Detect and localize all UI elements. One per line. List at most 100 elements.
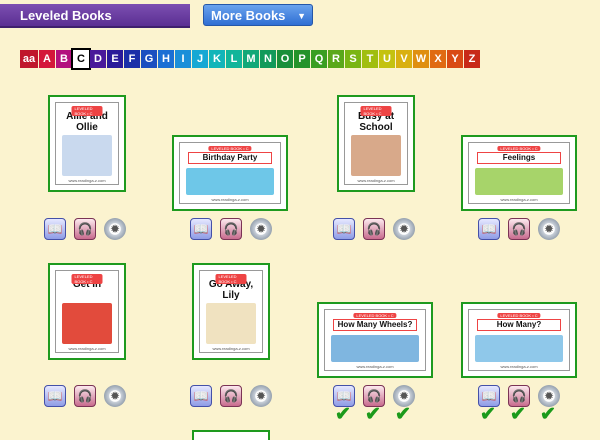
more-books-label: More Books [211, 8, 286, 23]
level-letter-p[interactable]: P [294, 50, 310, 68]
cover-illustration [331, 335, 419, 362]
level-letter-h[interactable]: H [158, 50, 174, 68]
level-letter-a[interactable]: A [39, 50, 55, 68]
read-book-icon[interactable]: 📖 [44, 218, 66, 240]
book-activity-icons: 📖 🎧 ✹ [44, 218, 126, 240]
cover-footer: www.readinga-z.com [356, 364, 394, 369]
listen-book-icon[interactable]: 🎧 [220, 218, 242, 240]
cover-illustration [186, 168, 274, 195]
book-card[interactable] [192, 430, 270, 440]
section-title: Leveled Books [0, 4, 190, 28]
cover-illustration [62, 135, 112, 176]
listen-book-icon[interactable]: 🎧 [74, 218, 96, 240]
book-cover[interactable]: LEVELED BOOK • C How Many Wheels? www.read… [324, 309, 426, 371]
book-cover[interactable]: LEVELED BOOK • C Birthday Party www.readin… [179, 142, 281, 204]
read-book-icon[interactable]: 📖 [190, 385, 212, 407]
level-letter-u[interactable]: U [379, 50, 395, 68]
book-cover[interactable]: LEVELED BOOK • C Get In www.readinga-z.com [55, 270, 119, 353]
book-card[interactable]: LEVELED BOOK • C How Many? www.readinga-z.… [461, 302, 577, 378]
cover-footer: www.readinga-z.com [500, 364, 538, 369]
level-letter-w[interactable]: W [413, 50, 429, 68]
level-letter-f[interactable]: F [124, 50, 140, 68]
book-activity-icons: 📖 🎧 ✹ [333, 218, 415, 240]
listen-book-icon[interactable]: 🎧 [363, 218, 385, 240]
listen-book-icon[interactable]: 🎧 [508, 385, 530, 407]
cover-footer: www.readinga-z.com [500, 197, 538, 202]
level-letter-n[interactable]: N [260, 50, 276, 68]
listen-book-icon[interactable]: 🎧 [220, 385, 242, 407]
quiz-icon[interactable]: ✹ [250, 218, 272, 240]
level-letter-z[interactable]: Z [464, 50, 480, 68]
book-title: Feelings [477, 152, 561, 165]
quiz-icon[interactable]: ✹ [538, 385, 560, 407]
book-card[interactable]: LEVELED BOOK • C Go Away, Lily www.reading… [192, 263, 270, 360]
level-letter-e[interactable]: E [107, 50, 123, 68]
level-letter-q[interactable]: Q [311, 50, 327, 68]
read-book-icon[interactable]: 📖 [190, 218, 212, 240]
book-cover[interactable]: LEVELED BOOK • C Busy at School www.readin… [344, 102, 408, 185]
level-letter-x[interactable]: X [430, 50, 446, 68]
book-activity-icons: 📖 🎧 ✹ [478, 218, 560, 240]
read-book-icon[interactable]: 📖 [44, 385, 66, 407]
cover-footer: www.readinga-z.com [68, 346, 106, 351]
level-letter-l[interactable]: L [226, 50, 242, 68]
more-books-button[interactable]: More Books ▼ [203, 4, 313, 26]
level-tag: LEVELED BOOK • C [215, 274, 247, 284]
book-card[interactable]: LEVELED BOOK • C Busy at School www.readin… [337, 95, 415, 192]
listen-book-icon[interactable]: 🎧 [508, 218, 530, 240]
book-card[interactable]: LEVELED BOOK • C Feelings www.readinga-z.c… [461, 135, 577, 211]
book-card[interactable]: LEVELED BOOK • C How Many Wheels? www.read… [317, 302, 433, 378]
book-cover[interactable]: LEVELED BOOK • C Go Away, Lily www.reading… [199, 270, 263, 353]
cover-illustration [206, 303, 256, 344]
level-tag: LEVELED BOOK • C [497, 146, 541, 151]
read-book-icon[interactable]: 📖 [478, 218, 500, 240]
read-book-icon[interactable]: 📖 [333, 385, 355, 407]
cover-footer: www.readinga-z.com [211, 197, 249, 202]
level-letter-s[interactable]: S [345, 50, 361, 68]
cover-footer: www.readinga-z.com [357, 178, 395, 183]
book-card[interactable]: LEVELED BOOK • C Get In www.readinga-z.com [48, 263, 126, 360]
level-letter-j[interactable]: J [192, 50, 208, 68]
level-letter-o[interactable]: O [277, 50, 293, 68]
book-title: How Many Wheels? [333, 319, 417, 332]
book-card[interactable]: LEVELED BOOK • C Birthday Party www.readin… [172, 135, 288, 211]
book-title: Birthday Party [188, 152, 272, 165]
level-letter-i[interactable]: I [175, 50, 191, 68]
quiz-icon[interactable]: ✹ [393, 385, 415, 407]
quiz-icon[interactable]: ✹ [393, 218, 415, 240]
level-tag: LEVELED BOOK • C [497, 313, 541, 318]
level-letter-bar: aa A B C D E F G H I J K L M N O P Q R S T U V W X Y Z [20, 48, 481, 70]
level-letter-r[interactable]: R [328, 50, 344, 68]
book-cover[interactable]: LEVELED BOOK • C How Many? www.readinga-z.… [468, 309, 570, 371]
book-card[interactable]: LEVELED BOOK • C Allie and Ollie www.readi… [48, 95, 126, 192]
book-title: How Many? [477, 319, 561, 332]
book-activity-icons: 📖 🎧 ✹ [44, 385, 126, 407]
level-letter-d[interactable]: D [90, 50, 106, 68]
quiz-icon[interactable]: ✹ [250, 385, 272, 407]
cover-illustration [475, 335, 563, 362]
book-cover[interactable]: LEVELED BOOK • C Feelings www.readinga-z.c… [468, 142, 570, 204]
book-activity-icons: 📖 🎧 ✹ [190, 218, 272, 240]
read-book-icon[interactable]: 📖 [478, 385, 500, 407]
level-letter-c[interactable]: C [71, 48, 91, 70]
level-letter-b[interactable]: B [56, 50, 72, 68]
quiz-icon[interactable]: ✹ [104, 385, 126, 407]
listen-book-icon[interactable]: 🎧 [74, 385, 96, 407]
quiz-icon[interactable]: ✹ [104, 218, 126, 240]
level-letter-v[interactable]: V [396, 50, 412, 68]
level-letter-m[interactable]: M [243, 50, 259, 68]
cover-illustration [62, 303, 112, 344]
listen-book-icon[interactable]: 🎧 [363, 385, 385, 407]
level-letter-t[interactable]: T [362, 50, 378, 68]
quiz-icon[interactable]: ✹ [538, 218, 560, 240]
book-cover[interactable]: LEVELED BOOK • C Allie and Ollie www.readi… [55, 102, 119, 185]
level-letter-aa[interactable]: aa [20, 50, 38, 68]
read-book-icon[interactable]: 📖 [333, 218, 355, 240]
level-letter-k[interactable]: K [209, 50, 225, 68]
level-tag: LEVELED BOOK • C [360, 106, 392, 116]
book-activity-icons: 📖 🎧 ✹ [333, 385, 415, 407]
level-letter-g[interactable]: G [141, 50, 157, 68]
level-tag: LEVELED BOOK • C [71, 106, 103, 116]
level-letter-y[interactable]: Y [447, 50, 463, 68]
cover-footer: www.readinga-z.com [212, 346, 250, 351]
